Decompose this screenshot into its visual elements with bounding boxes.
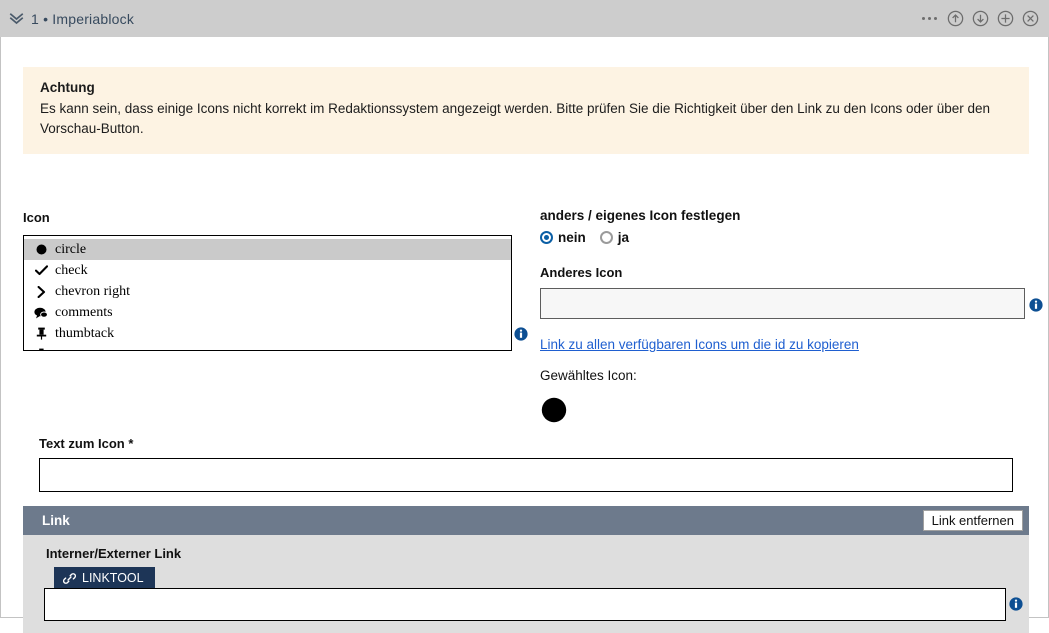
chevron-right-icon xyxy=(34,285,48,298)
info-icon[interactable] xyxy=(1029,298,1043,312)
close-block-icon[interactable] xyxy=(1022,10,1039,27)
double-chevron-down-icon[interactable] xyxy=(9,11,24,26)
circle-icon xyxy=(541,397,566,422)
interner-externer-link-label: Interner/Externer Link xyxy=(46,546,182,561)
warning-title: Achtung xyxy=(40,80,95,95)
radio-option-ja[interactable]: ja xyxy=(599,230,630,245)
anderes-icon-input[interactable] xyxy=(540,288,1025,319)
move-up-icon[interactable] xyxy=(947,10,964,27)
partial-icon xyxy=(34,348,48,350)
info-icon[interactable] xyxy=(514,327,528,341)
warning-text: Es kann sein, dass einige Icons nicht ko… xyxy=(40,101,991,136)
add-block-icon[interactable] xyxy=(997,10,1014,27)
icon-field-label: Icon xyxy=(23,210,50,225)
radio-ja-label: ja xyxy=(617,230,630,245)
radio-option-nein[interactable]: nein xyxy=(540,230,586,245)
linktool-button[interactable]: LINKTOOL xyxy=(54,567,155,590)
block-header-actions xyxy=(922,10,1039,27)
custom-icon-radio-group: nein ja xyxy=(540,230,629,245)
radio-nein-label: nein xyxy=(558,230,586,245)
warning-panel: Achtung Es kann sein, dass einige Icons … xyxy=(23,67,1029,154)
link-section-title: Link xyxy=(42,513,70,528)
link-section-body: Interner/Externer Link LINKTOOL xyxy=(23,535,1029,633)
move-down-icon[interactable] xyxy=(972,10,989,27)
thumbtack-icon xyxy=(34,327,48,340)
info-icon[interactable] xyxy=(1009,597,1023,611)
list-item[interactable]: check xyxy=(24,260,511,281)
radio-ja-indicator[interactable] xyxy=(599,231,613,244)
block-body: Achtung Es kann sein, dass einige Icons … xyxy=(0,37,1049,633)
chosen-icon-label: Gewähltes Icon: xyxy=(540,368,637,383)
chosen-icon-preview xyxy=(540,396,567,423)
list-item[interactable]: comments xyxy=(24,302,511,323)
link-section-header: Link Link entfernen xyxy=(23,506,1029,535)
list-item[interactable]: chevron right xyxy=(24,281,511,302)
list-item[interactable]: thumbtack xyxy=(24,323,511,344)
text-zum-icon-label: Text zum Icon * xyxy=(39,436,134,451)
block-header: 1 • Imperiablock xyxy=(0,0,1049,37)
text-zum-icon-input[interactable] xyxy=(39,458,1013,492)
list-item-label: check xyxy=(55,262,88,278)
remove-link-button[interactable]: Link entfernen xyxy=(922,510,1023,531)
block-title: 1 • Imperiablock xyxy=(31,10,135,27)
list-item-label: circle xyxy=(55,241,87,257)
list-item-label: chevron right xyxy=(55,283,131,299)
icon-select-list[interactable]: circle check chevron right comments thum… xyxy=(23,235,512,351)
link-input[interactable] xyxy=(44,588,1006,621)
imperia-block-window: 1 • Imperiablock Achtung Es kann sein, d… xyxy=(0,0,1049,633)
list-item-label: thumbtack xyxy=(55,325,115,341)
list-item[interactable] xyxy=(24,344,511,350)
more-options-icon[interactable] xyxy=(922,17,937,20)
check-icon xyxy=(34,265,48,276)
icons-list-link[interactable]: Link zu allen verfügbaren Icons um die i… xyxy=(540,337,859,352)
chain-link-icon xyxy=(63,572,76,584)
custom-icon-label: anders / eigenes Icon festlegen xyxy=(540,208,741,223)
block-header-left: 1 • Imperiablock xyxy=(9,11,134,27)
link-section: Link Link entfernen Interner/Externer Li… xyxy=(23,506,1029,633)
list-item[interactable]: circle xyxy=(24,239,511,260)
anderes-icon-label: Anderes Icon xyxy=(540,265,623,280)
linktool-button-label: LINKTOOL xyxy=(82,571,144,585)
list-item-label: comments xyxy=(55,304,113,320)
comments-icon xyxy=(34,307,48,319)
circle-icon xyxy=(34,244,48,255)
radio-nein-indicator[interactable] xyxy=(540,231,553,244)
